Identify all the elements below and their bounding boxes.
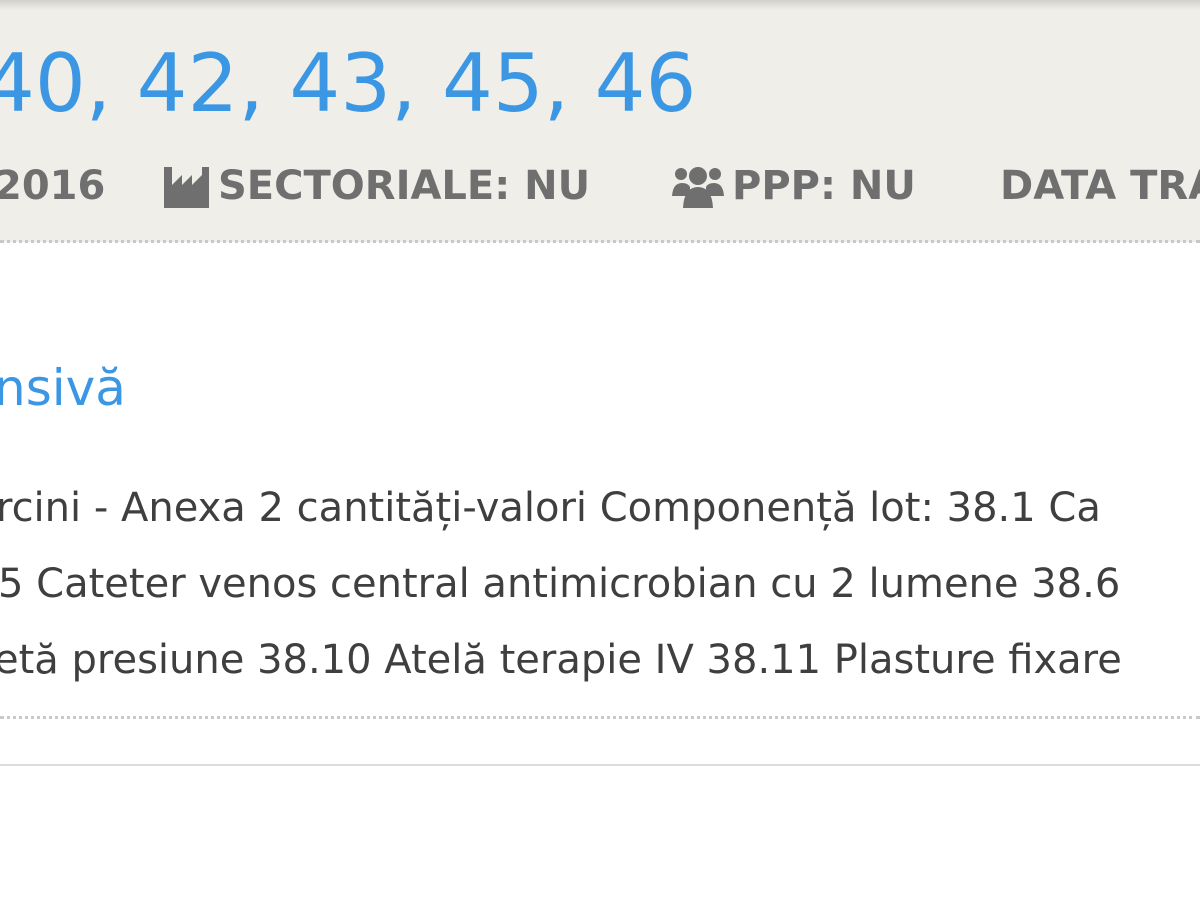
meta-ppp: PPP: NU — [672, 160, 916, 212]
procedure-header: 40, 42, 43, 45, 46 2016 SECTORIALE: NU P… — [0, 0, 1200, 242]
description-divider — [0, 716, 1200, 719]
group-icon — [672, 167, 724, 208]
section-title: nsivă — [0, 359, 126, 417]
description-line-3: etă presiune 38.10 Atelă terapie IV 38.1… — [0, 637, 1122, 683]
section-divider — [0, 764, 1200, 766]
description-line-1: rcini - Anexa 2 cantități-valori Compone… — [0, 485, 1101, 531]
top-shadow — [0, 0, 1200, 10]
meta-date: 2016 — [0, 163, 106, 209]
meta-data-transmitere: DATA TRA — [1000, 163, 1200, 209]
header-bottom-border — [0, 240, 1200, 243]
description-line-2: 5 Cateter venos central antimicrobian cu… — [0, 561, 1121, 607]
meta-sectoriale: SECTORIALE: NU — [162, 160, 590, 212]
ppp-label: PPP: NU — [732, 163, 916, 209]
factory-icon — [164, 167, 209, 208]
lots-title: 40, 42, 43, 45, 46 — [0, 37, 697, 130]
sectoriale-label: SECTORIALE: NU — [218, 163, 591, 209]
